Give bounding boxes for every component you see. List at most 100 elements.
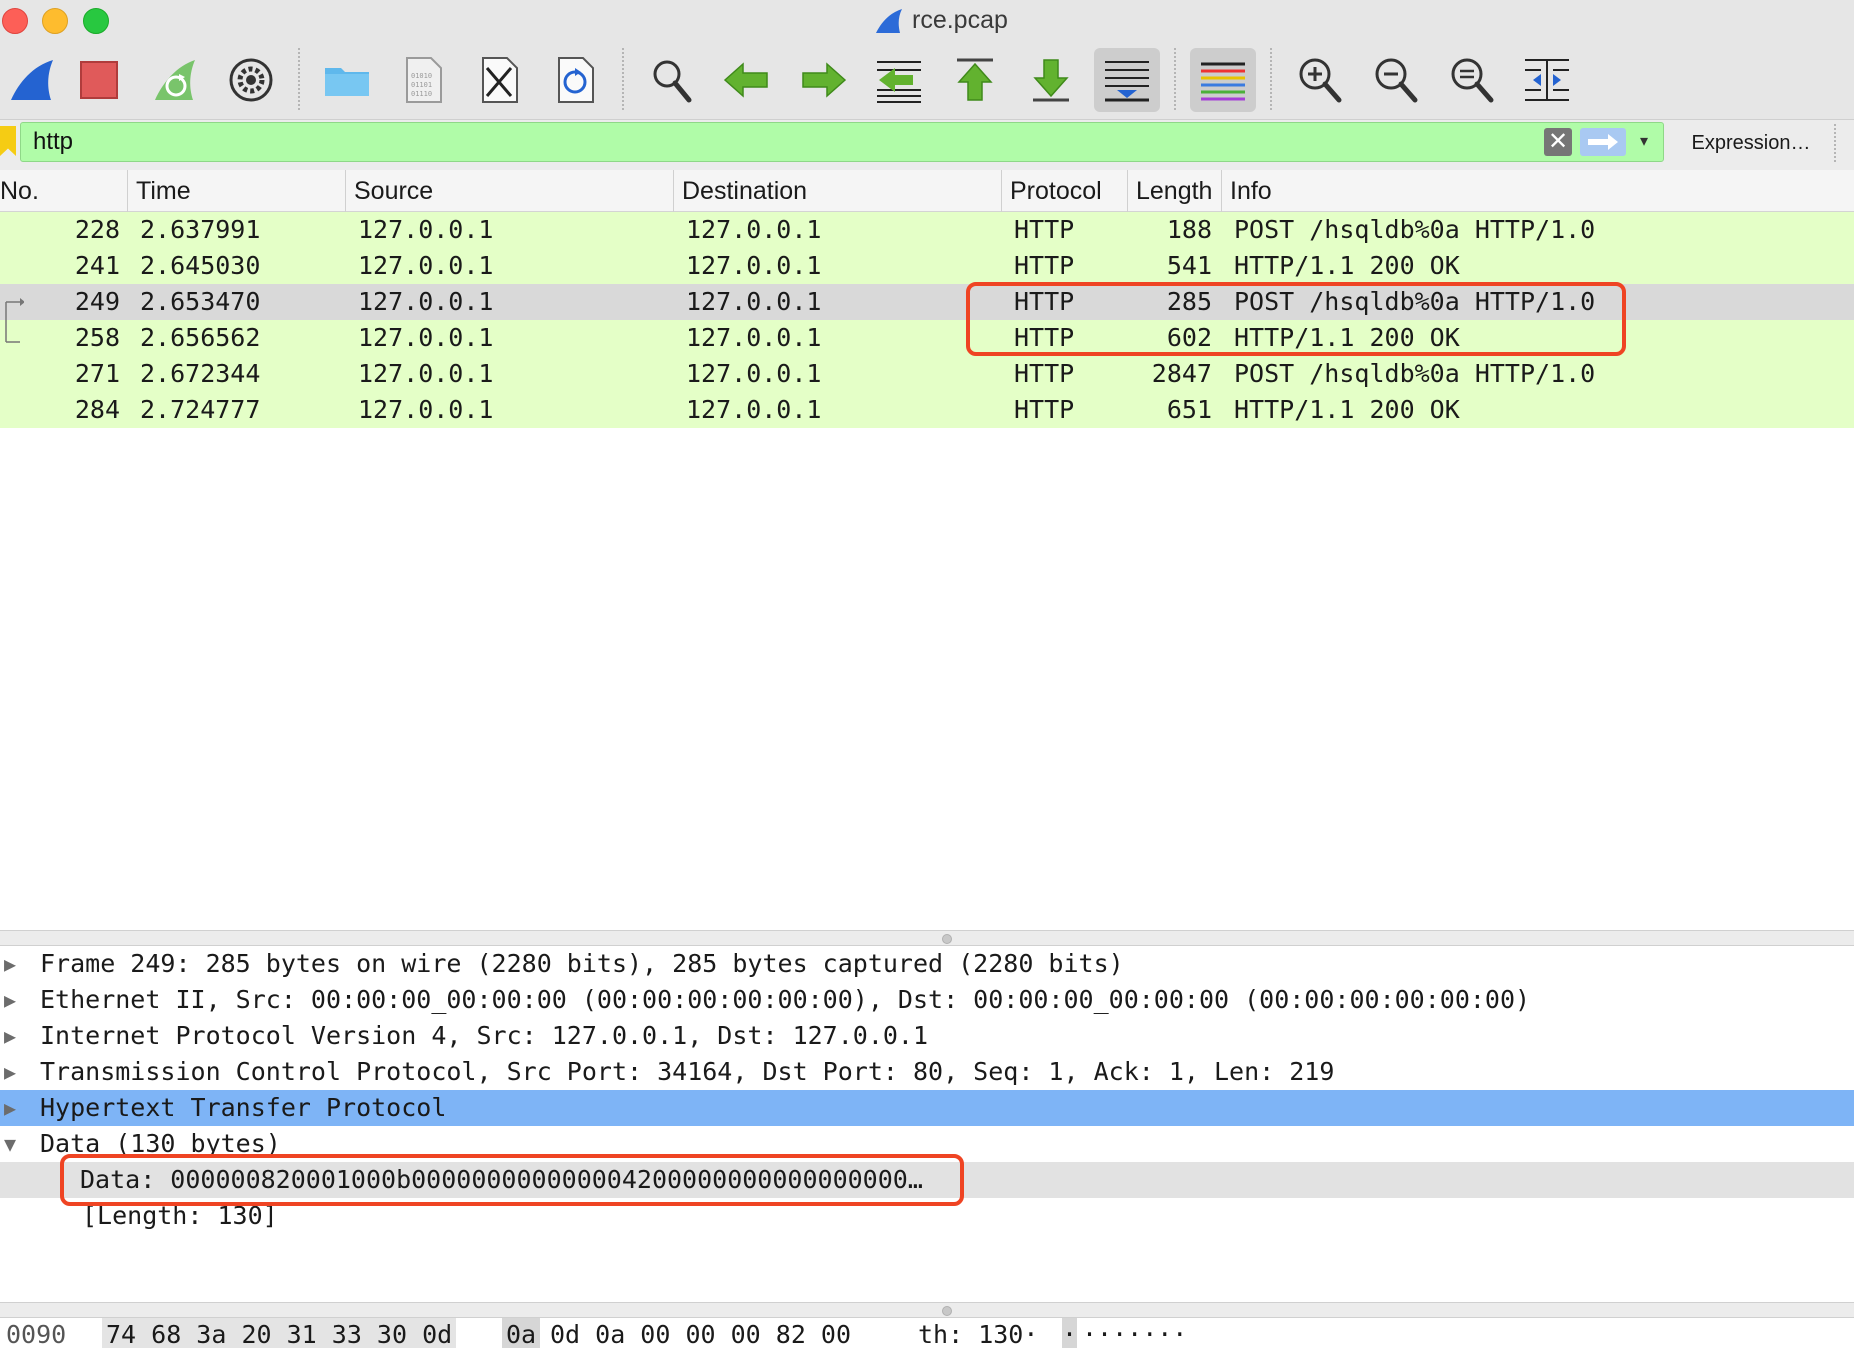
go-last-button[interactable] bbox=[1018, 48, 1084, 112]
tree-item-label: Ethernet II, Src: 00:00:00_00:00:00 (00:… bbox=[40, 985, 1531, 1014]
packet-bytes-pane[interactable]: 0090 74 68 3a 20 31 33 30 0d 0a 0d 0a 00… bbox=[0, 1318, 1854, 1348]
ascii-bytes-selected[interactable]: · bbox=[1062, 1318, 1078, 1348]
tree-item-http[interactable]: ▶ Hypertext Transfer Protocol bbox=[0, 1090, 1854, 1126]
packet-row[interactable]: 271 2.672344 127.0.0.1 127.0.0.1 HTTP 2847 POS… bbox=[0, 356, 1854, 392]
stop-capture-button[interactable] bbox=[66, 48, 132, 112]
expand-arrow-icon[interactable]: ▶ bbox=[4, 1090, 26, 1126]
packet-row[interactable]: 284 2.724777 127.0.0.1 127.0.0.1 HTTP 651 HTTP… bbox=[0, 392, 1854, 428]
shark-fin-icon bbox=[11, 60, 53, 100]
resize-columns-icon bbox=[1525, 59, 1569, 101]
toolbar-separator bbox=[1270, 48, 1272, 110]
zoom-reset-icon bbox=[1451, 58, 1494, 103]
column-header-source[interactable]: Source bbox=[346, 170, 674, 212]
packet-row[interactable]: 228 2.637991 127.0.0.1 127.0.0.1 HTTP 188 POST… bbox=[0, 212, 1854, 248]
window-title-text: rce.pcap bbox=[912, 6, 1008, 34]
cell-length: 651 bbox=[1166, 395, 1212, 424]
zoom-out-icon bbox=[1375, 58, 1418, 103]
cell-source: 127.0.0.1 bbox=[358, 323, 494, 352]
go-back-button[interactable] bbox=[714, 48, 780, 112]
go-forward-button[interactable] bbox=[790, 48, 856, 112]
cell-time: 2.724777 bbox=[140, 395, 261, 424]
cell-source: 127.0.0.1 bbox=[358, 215, 494, 244]
go-to-packet-icon bbox=[877, 61, 921, 103]
resize-columns-button[interactable] bbox=[1514, 48, 1580, 112]
toolbar-separator bbox=[622, 48, 624, 110]
apply-filter-button[interactable] bbox=[1580, 128, 1626, 156]
cell-no: 241 bbox=[74, 251, 120, 280]
zoom-out-button[interactable] bbox=[1362, 48, 1428, 112]
close-file-button[interactable] bbox=[466, 48, 532, 112]
ascii-bytes[interactable]: ······· bbox=[1082, 1318, 1187, 1348]
tree-item-tcp[interactable]: ▶ Transmission Control Protocol, Src Port… bbox=[0, 1054, 1854, 1090]
display-filter-input[interactable]: http bbox=[20, 122, 1664, 162]
pane-splitter[interactable] bbox=[0, 930, 1854, 946]
hex-bytes[interactable]: 74 68 3a 20 31 33 30 0d bbox=[102, 1318, 457, 1348]
tree-item-ipv4[interactable]: ▶ Internet Protocol Version 4, Src: 127.0… bbox=[0, 1018, 1854, 1054]
tree-item-ethernet[interactable]: ▶ Ethernet II, Src: 00:00:00_00:00:00 (00… bbox=[0, 982, 1854, 1018]
display-filter-bar: http ✕ ▾ Expression… bbox=[0, 120, 1854, 166]
cell-no: 271 bbox=[74, 359, 120, 388]
column-header-time[interactable]: Time bbox=[128, 170, 346, 212]
expression-button[interactable]: Expression… bbox=[1676, 124, 1826, 162]
cell-destination: 127.0.0.1 bbox=[686, 251, 822, 280]
start-capture-button[interactable] bbox=[0, 48, 66, 112]
expand-arrow-icon[interactable]: ▶ bbox=[4, 1018, 26, 1054]
column-header-no[interactable]: No. bbox=[0, 170, 128, 212]
hex-bytes-selected[interactable]: 0a bbox=[502, 1318, 541, 1348]
collapse-arrow-icon[interactable]: ▼ bbox=[4, 1126, 26, 1162]
reload-file-button[interactable] bbox=[542, 48, 608, 112]
cell-info: HTTP/1.1 200 OK bbox=[1234, 395, 1460, 424]
column-header-protocol[interactable]: Protocol bbox=[1002, 170, 1128, 212]
clear-filter-button[interactable]: ✕ bbox=[1544, 128, 1572, 156]
find-packet-button[interactable] bbox=[638, 48, 704, 112]
hex-bytes[interactable]: 0d 0a 00 00 00 82 00 bbox=[550, 1318, 851, 1348]
column-header-destination[interactable]: Destination bbox=[674, 170, 1002, 212]
reload-icon bbox=[558, 57, 594, 103]
byte-offset: 0090 bbox=[6, 1320, 67, 1348]
toolbar-separator bbox=[1174, 48, 1176, 110]
bookmark-icon[interactable] bbox=[0, 126, 16, 156]
tree-item-label: Frame 249: 285 bytes on wire (2280 bits)… bbox=[40, 949, 1124, 978]
cell-length: 2847 bbox=[1151, 359, 1212, 388]
packet-details-tree[interactable]: ▶ Frame 249: 285 bytes on wire (2280 bits… bbox=[0, 946, 1854, 1302]
minimize-window-button[interactable] bbox=[42, 8, 68, 34]
last-packet-icon bbox=[1033, 59, 1069, 102]
go-to-packet-button[interactable] bbox=[866, 48, 932, 112]
cell-info: POST /hsqldb%0a HTTP/1.0 bbox=[1234, 359, 1596, 388]
cell-no: 228 bbox=[74, 215, 120, 244]
annotation-highlight-box bbox=[966, 282, 1626, 356]
close-window-button[interactable] bbox=[2, 8, 28, 34]
ascii-bytes[interactable]: th: 130· bbox=[918, 1318, 1038, 1348]
svg-text:01101: 01101 bbox=[411, 81, 432, 89]
go-first-button[interactable] bbox=[942, 48, 1008, 112]
annotation-highlight-box bbox=[60, 1154, 964, 1206]
cell-time: 2.637991 bbox=[140, 215, 261, 244]
open-file-button[interactable] bbox=[314, 48, 380, 112]
normal-size-button[interactable] bbox=[1438, 48, 1504, 112]
restart-icon bbox=[155, 60, 195, 100]
zoom-in-button[interactable] bbox=[1286, 48, 1352, 112]
restart-capture-button[interactable] bbox=[142, 48, 208, 112]
expand-arrow-icon[interactable]: ▶ bbox=[4, 946, 26, 982]
packet-list[interactable]: No. Time Source Destination Protocol Len… bbox=[0, 170, 1854, 930]
expand-arrow-icon[interactable]: ▶ bbox=[4, 1054, 26, 1090]
capture-options-button[interactable] bbox=[218, 48, 284, 112]
packet-row[interactable]: 241 2.645030 127.0.0.1 127.0.0.1 HTTP 541 HTTP… bbox=[0, 248, 1854, 284]
column-header-info[interactable]: Info bbox=[1222, 170, 1854, 212]
shark-fin-icon bbox=[876, 8, 902, 33]
autoscroll-button[interactable] bbox=[1094, 48, 1160, 112]
column-header-length[interactable]: Length bbox=[1128, 170, 1222, 212]
tree-item-frame[interactable]: ▶ Frame 249: 285 bytes on wire (2280 bits… bbox=[0, 946, 1854, 982]
filter-history-dropdown[interactable]: ▾ bbox=[1632, 130, 1656, 154]
pane-splitter[interactable] bbox=[0, 1302, 1854, 1318]
close-file-icon bbox=[482, 57, 518, 103]
cell-source: 127.0.0.1 bbox=[358, 395, 494, 424]
cell-info: POST /hsqldb%0a HTTP/1.0 bbox=[1234, 215, 1596, 244]
save-file-button[interactable]: 01010 01101 01110 bbox=[390, 48, 456, 112]
cell-source: 127.0.0.1 bbox=[358, 251, 494, 280]
colorize-button[interactable] bbox=[1190, 48, 1256, 112]
cell-time: 2.672344 bbox=[140, 359, 261, 388]
arrow-left-icon bbox=[723, 62, 768, 98]
expand-arrow-icon[interactable]: ▶ bbox=[4, 982, 26, 1018]
zoom-window-button[interactable] bbox=[83, 8, 109, 34]
